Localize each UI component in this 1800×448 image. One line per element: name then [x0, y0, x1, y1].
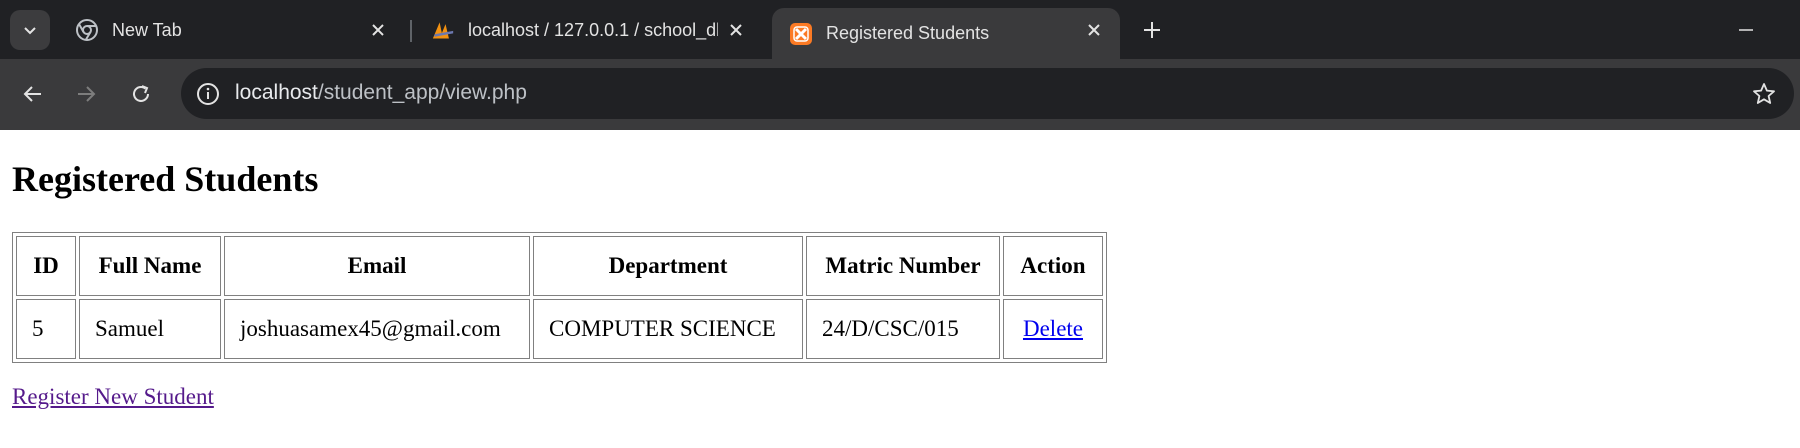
tab-phpmyadmin[interactable]: localhost / 127.0.0.1 / school_db [414, 8, 762, 52]
arrow-right-icon [78, 86, 96, 102]
tab-title: Registered Students [826, 23, 990, 43]
cell-id: 5 [16, 299, 76, 359]
reload-button[interactable] [123, 76, 159, 112]
new-tab-button[interactable] [1136, 14, 1168, 46]
url-path: /student_app/view.php [317, 81, 527, 104]
close-icon[interactable] [724, 18, 748, 42]
tab-title: New Tab [112, 19, 182, 40]
cell-action: Delete [1003, 299, 1103, 359]
arrow-left-icon [23, 86, 41, 102]
close-icon[interactable] [1082, 18, 1106, 42]
chevron-down-icon [24, 27, 36, 35]
bookmark-star-icon[interactable] [1750, 80, 1778, 108]
column-header-action: Action [1003, 236, 1103, 296]
register-new-student-link[interactable]: Register New Student [12, 384, 214, 410]
cell-matric-number: 24/D/CSC/015 [806, 299, 1000, 359]
tab-separator [410, 20, 412, 42]
delete-link[interactable]: Delete [1023, 316, 1083, 341]
browser-toolbar: localhost/student_app/view.php [0, 59, 1800, 130]
column-header-department: Department [533, 236, 803, 296]
xampp-icon [790, 22, 812, 45]
site-info-icon[interactable] [195, 81, 221, 107]
forward-button[interactable] [68, 76, 104, 112]
cell-email: joshuasamex45@gmail.com [224, 299, 530, 359]
column-header-id: ID [16, 236, 76, 296]
table-row: 5 Samuel joshuasamex45@gmail.com COMPUTE… [16, 299, 1103, 359]
page-content: Registered Students ID Full Name Email D… [0, 130, 1800, 448]
tab-title: localhost / 127.0.0.1 / school_db [468, 19, 718, 40]
url-host: localhost [235, 81, 318, 104]
close-icon[interactable] [366, 18, 390, 42]
address-url[interactable]: localhost/student_app/view.php [235, 81, 527, 105]
column-header-matric-number: Matric Number [806, 236, 1000, 296]
address-bar[interactable]: localhost/student_app/view.php [181, 68, 1794, 119]
column-header-full-name: Full Name [79, 236, 221, 296]
tab-new-tab[interactable]: New Tab [58, 8, 404, 52]
table-header-row: ID Full Name Email Department Matric Num… [16, 236, 1103, 296]
cell-full-name: Samuel [79, 299, 221, 359]
tab-registered-students[interactable]: Registered Students [772, 8, 1120, 59]
phpmyadmin-icon [432, 19, 454, 41]
students-table: ID Full Name Email Department Matric Num… [12, 232, 1107, 363]
minimize-button[interactable] [1730, 14, 1762, 46]
tab-search-button[interactable] [10, 10, 50, 50]
plus-icon [1144, 22, 1160, 38]
browser-tab-strip: New Tab localhost / 127.0.0.1 / school_d… [0, 0, 1800, 59]
cell-department: COMPUTER SCIENCE [533, 299, 803, 359]
column-header-email: Email [224, 236, 530, 296]
page-title: Registered Students [12, 159, 319, 199]
minimize-icon [1739, 29, 1753, 31]
reload-icon [133, 85, 149, 102]
back-button[interactable] [15, 76, 51, 112]
chrome-icon [76, 19, 98, 41]
